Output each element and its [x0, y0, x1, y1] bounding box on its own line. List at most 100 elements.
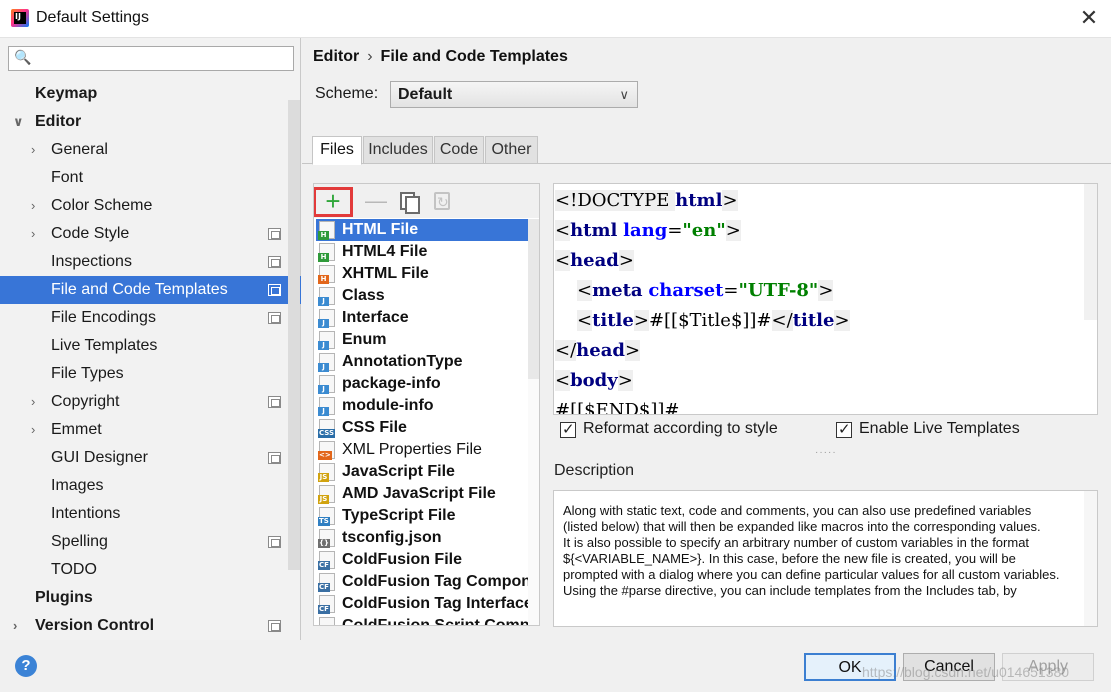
file-type-badge: H: [318, 231, 329, 240]
chevron-right-icon[interactable]: ›: [31, 192, 35, 220]
template-item[interactable]: H HTML4 File: [316, 241, 539, 263]
sidebar-item-file-and-code-templates[interactable]: File and Code Templates: [0, 276, 301, 304]
template-item[interactable]: H XHTML File: [316, 263, 539, 285]
template-code-editor[interactable]: <!DOCTYPE html> <html lang="en"> <head> <me…: [553, 183, 1098, 415]
template-item[interactable]: H HTML File: [316, 219, 539, 241]
sidebar-item-plugins[interactable]: Plugins: [0, 584, 301, 612]
code-token: <: [555, 250, 571, 271]
code-token: head: [576, 340, 625, 361]
template-item[interactable]: CSS CSS File: [316, 417, 539, 439]
sidebar-item-code-style[interactable]: › Code Style: [0, 220, 301, 248]
template-item[interactable]: Jmodule-info: [316, 395, 539, 417]
template-item[interactable]: <> XML Properties File: [316, 439, 539, 461]
code-token: >: [617, 370, 633, 391]
chevron-right-icon[interactable]: ›: [31, 388, 35, 416]
reset-template-button[interactable]: [422, 187, 462, 217]
sidebar-item-live-templates[interactable]: Live Templates: [0, 332, 301, 360]
sidebar-item-emmet[interactable]: › Emmet: [0, 416, 301, 444]
file-type-badge: CF: [318, 605, 330, 614]
template-list-scrollbar[interactable]: [528, 219, 539, 625]
template-name: tsconfig.json: [342, 529, 442, 546]
sidebar-item-general[interactable]: › General: [0, 136, 301, 164]
sidebar-item-version-control[interactable]: › Version Control: [0, 612, 301, 640]
editor-scrollbar[interactable]: [1084, 184, 1097, 320]
sidebar-item-todo[interactable]: TODO: [0, 556, 301, 584]
close-icon[interactable]: ✕: [1077, 6, 1101, 30]
code-token: head: [570, 250, 619, 271]
template-name: AMD JavaScript File: [342, 485, 496, 502]
add-template-button[interactable]: +: [314, 187, 353, 217]
code-token: charset: [648, 280, 724, 301]
sidebar-item-color-scheme[interactable]: › Color Scheme: [0, 192, 301, 220]
sidebar-item-label: General: [51, 141, 108, 158]
code-line: <head>: [555, 246, 634, 276]
sidebar-item-keymap[interactable]: Keymap: [0, 80, 301, 108]
splitter-handle[interactable]: ·····: [815, 447, 837, 458]
sidebar-item-inspections[interactable]: Inspections: [0, 248, 301, 276]
scheme-dropdown[interactable]: Default ∨: [390, 81, 638, 108]
template-list-scroll-thumb[interactable]: [528, 219, 539, 379]
template-item[interactable]: CF ColdFusion File: [316, 549, 539, 571]
settings-search-input[interactable]: [35, 49, 285, 68]
template-item[interactable]: JS AMD JavaScript File: [316, 483, 539, 505]
settings-search-box[interactable]: 🔍: [8, 46, 294, 71]
code-line: <meta charset="UTF-8">: [577, 276, 834, 306]
sidebar-item-label: Version Control: [35, 617, 155, 634]
file-template-icon: J: [318, 353, 335, 372]
help-icon[interactable]: ?: [15, 655, 37, 677]
reformat-checkbox-box[interactable]: [560, 420, 576, 438]
file-type-badge: J: [318, 319, 329, 328]
sidebar-scrollbar[interactable]: [288, 100, 300, 570]
template-name: JavaScript File: [342, 463, 455, 480]
sidebar-item-file-types[interactable]: File Types: [0, 360, 301, 388]
project-scope-icon: [268, 396, 281, 408]
template-item[interactable]: {} tsconfig.json: [316, 527, 539, 549]
sidebar-item-editor[interactable]: ∨ Editor: [0, 108, 301, 136]
template-item[interactable]: J Interface: [316, 307, 539, 329]
sidebar-item-copyright[interactable]: › Copyright: [0, 388, 301, 416]
template-name: ColdFusion Tag Componer: [342, 573, 540, 590]
template-item[interactable]: Jpackage-info: [316, 373, 539, 395]
sidebar-item-gui-designer[interactable]: GUI Designer: [0, 444, 301, 472]
project-scope-icon: [268, 228, 281, 240]
template-item[interactable]: J Class: [316, 285, 539, 307]
intellij-app-icon: IJ: [11, 9, 29, 27]
tab-includes[interactable]: Includes: [363, 136, 433, 164]
tab-files[interactable]: Files: [312, 136, 362, 165]
description-scrollbar[interactable]: [1084, 491, 1097, 626]
file-template-icon: CSS: [318, 419, 336, 438]
tab-other[interactable]: Other: [485, 136, 538, 164]
code-token: #[[$Title$]]#: [648, 310, 772, 331]
template-name: HTML File: [342, 221, 419, 238]
sidebar-item-file-encodings[interactable]: File Encodings: [0, 304, 301, 332]
sidebar-item-font[interactable]: Font: [0, 164, 301, 192]
code-line: <title>#[[$Title$]]#</title>: [577, 306, 850, 336]
sidebar-item-images[interactable]: Images: [0, 472, 301, 500]
file-type-badge: <>: [318, 451, 332, 460]
sidebar-item-label: File Types: [51, 365, 124, 382]
template-item[interactable]: CF ColdFusion Tag Componer: [316, 571, 540, 593]
sidebar-item-label: Emmet: [51, 421, 102, 438]
app-icon-text: IJ: [15, 12, 21, 21]
chevron-right-icon[interactable]: ›: [13, 612, 17, 640]
sidebar-item-spelling[interactable]: Spelling: [0, 528, 301, 556]
chevron-right-icon[interactable]: ›: [31, 220, 35, 248]
live-templates-checkbox-box[interactable]: [836, 420, 852, 438]
chevron-right-icon[interactable]: ›: [31, 136, 35, 164]
description-panel: Along with static text, code and comment…: [553, 490, 1098, 627]
tab-code[interactable]: Code: [434, 136, 484, 164]
template-item[interactable]: TS TypeScript File: [316, 505, 539, 527]
template-item[interactable]: JS JavaScript File: [316, 461, 539, 483]
template-item[interactable]: J Enum: [316, 329, 539, 351]
chevron-down-icon[interactable]: ∨: [13, 108, 24, 136]
template-name: ColdFusion Tag Interface: [342, 595, 533, 612]
template-item[interactable]: CF ColdFusion Script Compon: [316, 615, 539, 625]
template-item[interactable]: CF ColdFusion Tag Interface: [316, 593, 539, 615]
sidebar-item-intentions[interactable]: Intentions: [0, 500, 301, 528]
sidebar-item-label: Intentions: [51, 505, 121, 522]
description-paragraph: It is also possible to specify an arbitr…: [563, 535, 1060, 582]
chevron-right-icon[interactable]: ›: [31, 416, 35, 444]
file-template-icon: J: [318, 331, 335, 350]
template-item[interactable]: J AnnotationType: [316, 351, 539, 373]
project-scope-icon: [268, 284, 281, 296]
